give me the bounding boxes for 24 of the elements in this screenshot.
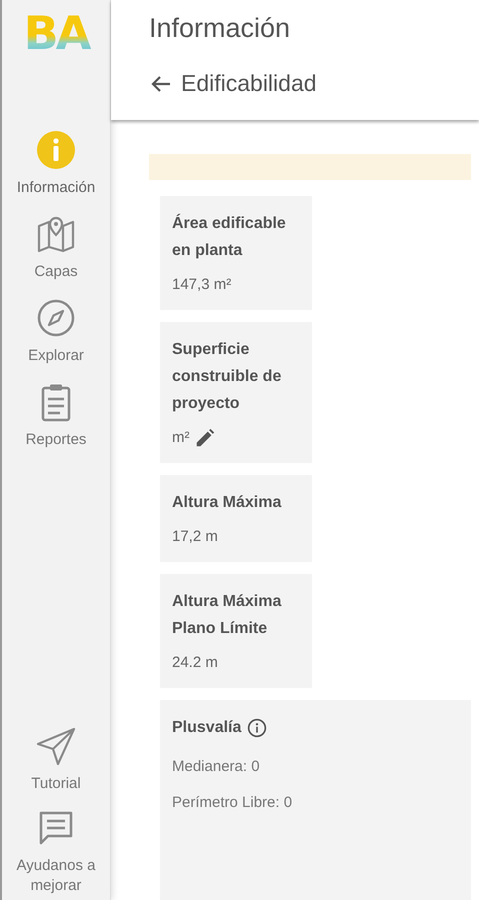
nav-item[interactable]: Capas: [4, 214, 108, 282]
card-value: 147,3 m²: [172, 275, 232, 295]
nav-item[interactable]: Reportes: [4, 382, 108, 450]
card-value: m²: [172, 428, 190, 448]
nav-item[interactable]: Explorar: [4, 298, 108, 366]
card-value: 17,2 m: [172, 527, 218, 547]
compass-icon: [36, 298, 76, 338]
nav-item[interactable]: Tutorial: [4, 726, 108, 794]
card-title: Plusvalía: [172, 718, 242, 738]
nav-item[interactable]: Información: [4, 130, 108, 198]
card-text: Perímetro Libre: 0: [172, 793, 294, 813]
section-title: Edificabilidad: [181, 70, 317, 97]
card-value: 24.2 m: [172, 653, 218, 673]
page-title: Información: [149, 12, 292, 45]
map-icon: [36, 214, 76, 254]
card-title: Área edificable en planta: [172, 212, 287, 261]
card-text: Medianera: 0: [172, 757, 261, 777]
card-title: Altura Máxima: [172, 493, 282, 513]
card-title: Altura Máxima Plano Límite: [172, 592, 282, 639]
paper-plane-icon: [36, 726, 76, 766]
card-title: Superficie construible de proyecto: [172, 340, 282, 414]
nav-item[interactable]: Ayudanos a mejorar: [4, 808, 108, 896]
info-icon[interactable]: [247, 718, 268, 738]
info-icon: [36, 130, 76, 170]
